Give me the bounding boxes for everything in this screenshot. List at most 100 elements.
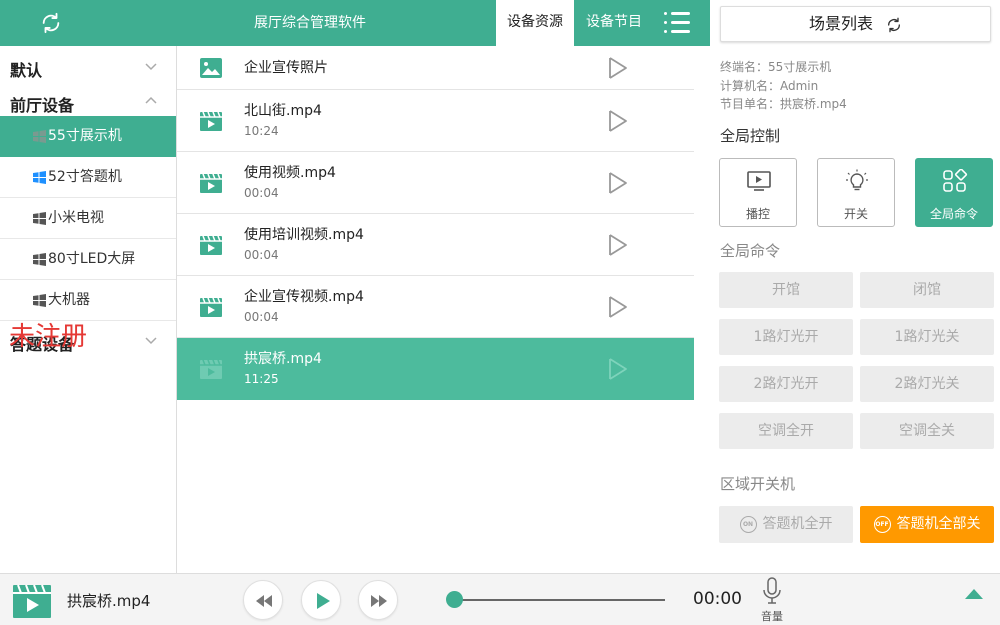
- play-outline-icon[interactable]: [607, 233, 629, 257]
- play-outline-icon[interactable]: [607, 295, 629, 319]
- progress-track[interactable]: [454, 599, 665, 601]
- grid-apps-icon: [943, 169, 968, 192]
- group-default[interactable]: 默认: [0, 57, 176, 80]
- device-item-big-machine[interactable]: 大机器: [0, 280, 176, 321]
- device-item-52-quiz[interactable]: 52寸答题机: [0, 157, 176, 198]
- list-item[interactable]: 使用培训视频.mp4 00:04: [177, 214, 694, 276]
- off-icon: OFF: [873, 515, 891, 533]
- terminal-name: 终端名：55寸展示机: [720, 60, 832, 74]
- play-button[interactable]: [301, 580, 341, 620]
- file-name: 使用培训视频.mp4: [244, 227, 364, 243]
- rewind-icon: [256, 595, 272, 607]
- group-label: 答题设备: [10, 335, 75, 354]
- group-quiz-devices[interactable]: 答题设备: [0, 331, 176, 354]
- list-item[interactable]: 北山街.mp4 10:24: [177, 90, 694, 152]
- device-label: 55寸展示机: [48, 128, 122, 144]
- zone-power-title: 区域开关机: [720, 475, 796, 493]
- video-file-icon: [200, 359, 222, 379]
- monitor-play-icon: [747, 171, 771, 191]
- command-ac-on-button[interactable]: 空调全开: [719, 413, 853, 449]
- command-close-hall-button[interactable]: 闭馆: [860, 272, 994, 308]
- tab-device-resources[interactable]: 设备资源: [496, 0, 574, 46]
- file-duration: 00:04: [244, 310, 279, 324]
- global-commands-title: 全局命令: [720, 242, 781, 260]
- windows-icon: [33, 294, 46, 307]
- playback-control-button[interactable]: 播控: [719, 158, 797, 227]
- video-file-icon: [200, 297, 222, 317]
- command-light2-on-button[interactable]: 2路灯光开: [719, 366, 853, 402]
- quiz-all-on-button[interactable]: ON 答题机全开: [719, 506, 853, 543]
- progress-slider-handle[interactable]: [446, 591, 463, 608]
- chevron-down-icon: [145, 63, 157, 71]
- list-item-selected[interactable]: 拱宸桥.mp4 11:25: [177, 338, 694, 400]
- expand-up-icon[interactable]: [964, 587, 984, 601]
- list-item[interactable]: 企业宣传照片: [177, 46, 694, 90]
- group-front-hall[interactable]: 前厅设备: [0, 92, 176, 115]
- video-file-icon: [200, 111, 222, 131]
- device-label: 52寸答题机: [48, 169, 122, 185]
- video-file-icon: [200, 235, 222, 255]
- file-duration: 10:24: [244, 124, 279, 138]
- program-name: 节目单名：拱宸桥.mp4: [720, 97, 847, 111]
- device-label: 80寸LED大屏: [48, 251, 136, 267]
- quiz-all-off-button[interactable]: OFF 答题机全部关: [860, 506, 994, 543]
- control-label: 全局命令: [929, 207, 978, 221]
- tab-device-programs[interactable]: 设备节目: [576, 0, 652, 46]
- top-bar: 展厅综合管理软件 设备资源 设备节目: [0, 0, 710, 46]
- play-outline-icon[interactable]: [607, 109, 629, 133]
- scene-list-label: 场景列表: [808, 14, 873, 33]
- file-name: 北山街.mp4: [244, 103, 322, 119]
- windows-icon: [33, 171, 46, 184]
- fast-forward-button[interactable]: [358, 580, 398, 620]
- now-playing-title: 拱宸桥.mp4: [67, 592, 151, 610]
- fast-forward-icon: [371, 595, 387, 607]
- chevron-down-icon: [145, 337, 157, 345]
- device-sidebar: 默认 前厅设备 55寸展示机 52寸答题机 小米电视 80寸LED大屏 大机器 …: [0, 46, 177, 573]
- file-name: 拱宸桥.mp4: [244, 351, 322, 367]
- play-icon: [317, 593, 330, 609]
- device-label: 大机器: [48, 292, 90, 308]
- video-thumbnail-icon: [13, 584, 51, 618]
- on-icon: ON: [739, 515, 757, 533]
- list-item[interactable]: 企业宣传视频.mp4 00:04: [177, 276, 694, 338]
- refresh-icon[interactable]: [38, 11, 64, 35]
- scene-list-button[interactable]: 场景列表: [720, 6, 991, 42]
- list-menu-icon[interactable]: [664, 11, 692, 35]
- video-file-icon: [200, 173, 222, 193]
- device-label: 小米电视: [48, 210, 104, 226]
- light-bulb-icon: [846, 169, 868, 191]
- media-player-bar: 拱宸桥.mp4 00:00 音量: [0, 573, 1000, 625]
- play-outline-icon[interactable]: [607, 357, 629, 381]
- file-duration: 11:25: [244, 372, 279, 386]
- group-label: 前厅设备: [10, 96, 75, 115]
- command-light1-on-button[interactable]: 1路灯光开: [719, 319, 853, 355]
- chevron-up-icon: [145, 96, 157, 104]
- command-open-hall-button[interactable]: 开馆: [719, 272, 853, 308]
- windows-icon: [33, 130, 46, 143]
- command-light1-off-button[interactable]: 1路灯光关: [860, 319, 994, 355]
- windows-icon: [33, 253, 46, 266]
- device-item-mi-tv[interactable]: 小米电视: [0, 198, 176, 239]
- volume-button[interactable]: 音量: [758, 577, 786, 623]
- refresh-icon: [888, 17, 901, 32]
- list-item[interactable]: 使用视频.mp4 00:04: [177, 152, 694, 214]
- control-label: 播控: [745, 207, 770, 221]
- resource-list: 企业宣传照片 北山街.mp4 10:24 使用视频.mp4 00:04 使用培训…: [177, 46, 694, 400]
- command-light2-off-button[interactable]: 2路灯光关: [860, 366, 994, 402]
- command-ac-off-button[interactable]: 空调全关: [860, 413, 994, 449]
- control-label: 开关: [843, 207, 868, 221]
- zone-button-label: 答题机全开: [762, 516, 833, 532]
- device-item-80-led[interactable]: 80寸LED大屏: [0, 239, 176, 280]
- app-title: 展厅综合管理软件: [254, 15, 366, 31]
- global-command-button[interactable]: 全局命令: [915, 158, 993, 227]
- device-item-55-display[interactable]: 55寸展示机: [0, 116, 176, 157]
- computer-name: 计算机名：Admin: [720, 79, 819, 93]
- rewind-button[interactable]: [243, 580, 283, 620]
- group-label: 默认: [10, 61, 43, 80]
- microphone-icon: [763, 577, 781, 604]
- play-outline-icon[interactable]: [607, 56, 629, 80]
- play-outline-icon[interactable]: [607, 171, 629, 195]
- file-name: 使用视频.mp4: [244, 165, 336, 181]
- volume-label: 音量: [761, 610, 783, 623]
- power-switch-button[interactable]: 开关: [817, 158, 895, 227]
